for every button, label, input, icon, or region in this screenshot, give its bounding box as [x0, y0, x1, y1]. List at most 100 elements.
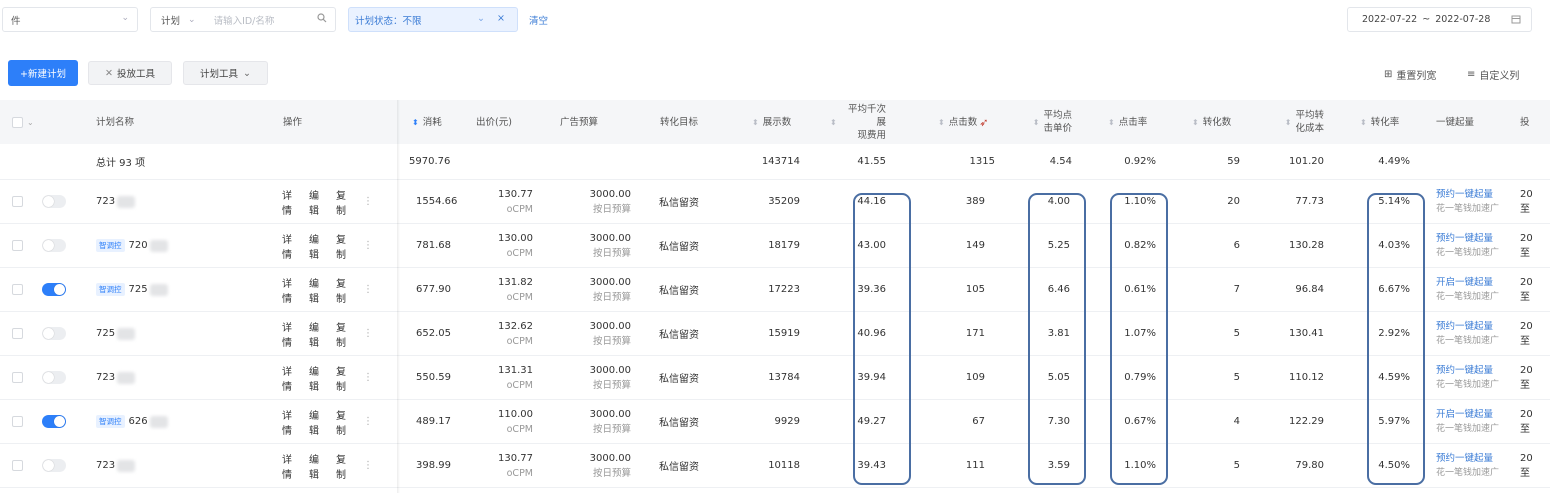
row-checkbox[interactable]	[12, 196, 23, 207]
status-filter-chip[interactable]: 计划状态：不限 ⌄ ×	[348, 7, 518, 32]
row-checkbox-cell[interactable]	[12, 312, 26, 355]
plan-name-cell[interactable]: 智调控 725	[96, 268, 256, 311]
sort-icon[interactable]: ⬍	[1108, 116, 1115, 129]
status-toggle[interactable]	[42, 327, 66, 340]
more-icon[interactable]: ⋮	[363, 328, 373, 339]
plan-name-cell[interactable]: 723	[96, 444, 256, 487]
one-click-boost-link[interactable]: 预约一键起量	[1436, 319, 1499, 334]
row-checkbox-cell[interactable]	[12, 180, 26, 223]
table-row[interactable]: 725 详情 编辑 复制 ⋮ 652.05 132.62 oCPM 3000.00 按日预算 私信留…	[0, 312, 1550, 356]
detail-link[interactable]: 详情	[282, 231, 300, 261]
detail-link[interactable]: 详情	[282, 275, 300, 305]
col-cvr[interactable]: ⬍ 转化率	[1360, 100, 1410, 144]
detail-link[interactable]: 详情	[282, 451, 300, 481]
detail-link[interactable]: 详情	[282, 187, 300, 217]
table-row[interactable]: 智调控 725 详情 编辑 复制 ⋮ 677.90 131.82 oCPM 3000.00 按日预算…	[0, 268, 1550, 312]
row-checkbox-cell[interactable]	[12, 224, 26, 267]
row-checkbox-cell[interactable]	[12, 356, 26, 399]
search-icon[interactable]	[317, 13, 327, 26]
one-click-boost-link[interactable]: 开启一键起量	[1436, 407, 1499, 422]
detail-link[interactable]: 详情	[282, 407, 300, 437]
search-group[interactable]: 计划 ⌄ 请输入ID/名称	[150, 7, 336, 32]
plan-name-cell[interactable]: 725	[96, 312, 256, 355]
plan-tool-button[interactable]: 计划工具 ⌄	[183, 61, 268, 85]
status-toggle-cell[interactable]	[42, 444, 72, 487]
status-toggle-cell[interactable]	[42, 400, 72, 443]
status-toggle[interactable]	[42, 459, 66, 472]
more-icon[interactable]: ⋮	[363, 372, 373, 383]
row-checkbox[interactable]	[12, 240, 23, 251]
plan-name-cell[interactable]: 智调控 626	[96, 400, 256, 443]
row-checkbox[interactable]	[12, 372, 23, 383]
chevron-down-icon[interactable]: ⌄	[27, 116, 34, 129]
status-toggle[interactable]	[42, 415, 66, 428]
sort-icon[interactable]: ⬍	[1192, 116, 1199, 129]
plan-name[interactable]: 723	[96, 460, 115, 471]
col-conversions[interactable]: ⬍ 转化数	[1192, 100, 1242, 144]
more-icon[interactable]: ⋮	[363, 284, 373, 295]
sort-icon[interactable]: ⬍	[938, 116, 945, 129]
col-cpc[interactable]: ⬍ 平均点 击单价	[1016, 100, 1072, 144]
search-input[interactable]: 请输入ID/名称	[214, 13, 275, 27]
custom-columns-button[interactable]: ≡ 自定义列	[1467, 67, 1519, 82]
col-impressions[interactable]: ⬍ 展示数	[752, 100, 802, 144]
copy-link[interactable]: 复制	[336, 451, 354, 481]
more-icon[interactable]: ⋮	[363, 460, 373, 471]
delivery-tool-button[interactable]: ✕ 投放工具	[88, 61, 172, 85]
object-type-select[interactable]: 件 ⌄	[2, 7, 138, 32]
sort-icon[interactable]: ⬍	[1285, 116, 1292, 129]
copy-link[interactable]: 复制	[336, 407, 354, 437]
plan-name[interactable]: 723	[96, 372, 115, 383]
row-checkbox-cell[interactable]	[12, 444, 26, 487]
edit-link[interactable]: 编辑	[309, 319, 327, 349]
col-cpm[interactable]: ⬍ 平均千次展 现费用	[830, 100, 886, 144]
status-toggle-cell[interactable]	[42, 312, 72, 355]
row-checkbox[interactable]	[12, 460, 23, 471]
row-checkbox[interactable]	[12, 416, 23, 427]
reset-column-width-button[interactable]: ⊞ 重置列宽	[1384, 67, 1436, 82]
col-ctr[interactable]: ⬍ 点击率	[1108, 100, 1158, 144]
sort-icon[interactable]: ⬍	[830, 116, 837, 129]
plan-name[interactable]: 626	[129, 416, 148, 427]
status-toggle[interactable]	[42, 239, 66, 252]
detail-link[interactable]: 详情	[282, 363, 300, 393]
status-toggle-cell[interactable]	[42, 268, 72, 311]
more-icon[interactable]: ⋮	[363, 196, 373, 207]
more-icon[interactable]: ⋮	[363, 416, 373, 427]
sort-desc-icon[interactable]: ⬍	[412, 116, 419, 129]
plan-name[interactable]: 725	[96, 328, 115, 339]
edit-link[interactable]: 编辑	[309, 275, 327, 305]
row-checkbox[interactable]	[12, 284, 23, 295]
col-cpa[interactable]: ⬍ 平均转 化成本	[1268, 100, 1324, 144]
table-row[interactable]: 智调控 720 详情 编辑 复制 ⋮ 781.68 130.00 oCPM 3000.00 按日预算…	[0, 224, 1550, 268]
edit-link[interactable]: 编辑	[309, 363, 327, 393]
date-range-picker[interactable]: 2022-07-22 ~ 2022-07-28	[1347, 7, 1532, 32]
sort-icon[interactable]: ⬍	[1033, 116, 1040, 129]
edit-link[interactable]: 编辑	[309, 231, 327, 261]
plan-name[interactable]: 723	[96, 196, 115, 207]
new-plan-button[interactable]: +新建计划	[8, 60, 78, 86]
clear-filters-link[interactable]: 清空	[529, 13, 548, 27]
one-click-boost-link[interactable]: 预约一键起量	[1436, 363, 1499, 378]
select-all-checkbox[interactable]: ⌄	[12, 100, 42, 144]
row-checkbox[interactable]	[12, 328, 23, 339]
one-click-boost-link[interactable]: 预约一键起量	[1436, 451, 1499, 466]
col-cost[interactable]: ⬍ 消耗	[412, 100, 472, 144]
status-toggle[interactable]	[42, 195, 66, 208]
sort-icon[interactable]: ⬍	[1360, 116, 1367, 129]
close-icon[interactable]: ×	[497, 13, 505, 24]
status-toggle-cell[interactable]	[42, 224, 72, 267]
plan-name-cell[interactable]: 723	[96, 180, 256, 223]
table-row[interactable]: 723 详情 编辑 复制 ⋮ 550.59 131.31 oCPM 3000.00 按日预算 私信留…	[0, 356, 1550, 400]
plan-name-cell[interactable]: 723	[96, 356, 256, 399]
one-click-boost-link[interactable]: 预约一键起量	[1436, 231, 1499, 246]
copy-link[interactable]: 复制	[336, 363, 354, 393]
table-row[interactable]: 智调控 626 详情 编辑 复制 ⋮ 489.17 110.00 oCPM 3000.00 按日预算…	[0, 400, 1550, 444]
edit-link[interactable]: 编辑	[309, 451, 327, 481]
one-click-boost-link[interactable]: 预约一键起量	[1436, 187, 1499, 202]
copy-link[interactable]: 复制	[336, 187, 354, 217]
one-click-boost-link[interactable]: 开启一键起量	[1436, 275, 1499, 290]
status-toggle-cell[interactable]	[42, 356, 72, 399]
sort-icon[interactable]: ⬍	[752, 116, 759, 129]
status-toggle-cell[interactable]	[42, 180, 72, 223]
